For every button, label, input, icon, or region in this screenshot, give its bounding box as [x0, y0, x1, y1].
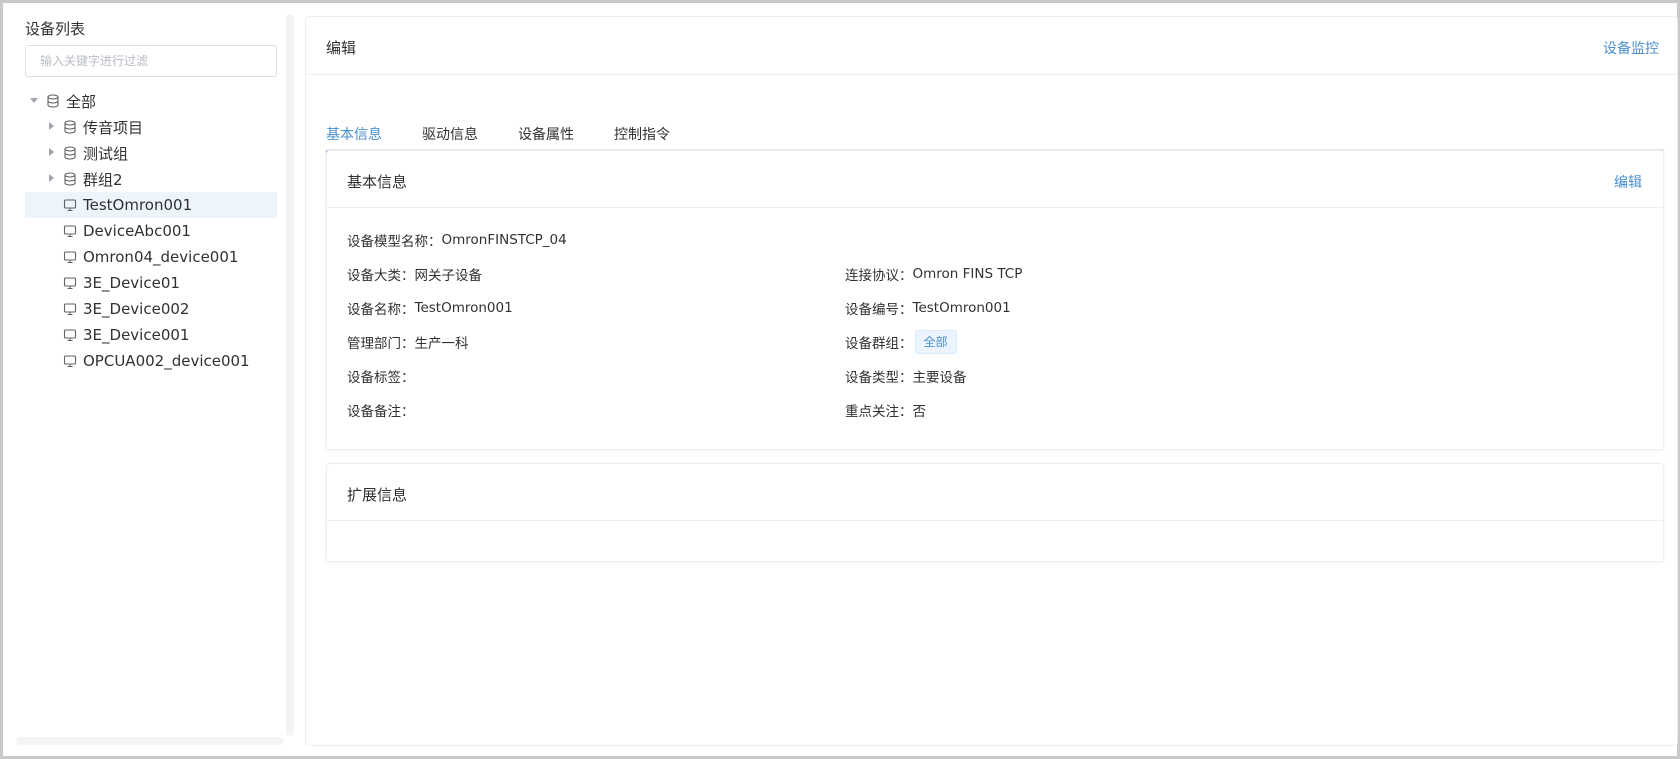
- extended-info-card: 扩展信息: [326, 463, 1664, 562]
- basic-info-card: 基本信息 编辑 设备模型名称： OmronFINSTCP_04 设备大类： 网关…: [326, 150, 1664, 450]
- tree-node-device[interactable]: DeviceAbc001: [25, 218, 277, 244]
- card-title: 扩展信息: [347, 486, 408, 504]
- tab-basic-info[interactable]: 基本信息: [326, 124, 383, 153]
- field-label: 连接协议：: [845, 268, 913, 284]
- monitor-icon: [63, 302, 77, 316]
- tree-node-label: OPCUA002_device001: [83, 352, 250, 370]
- field-value: Omron FINS TCP: [912, 266, 1023, 282]
- tree-node-label: TestOmron001: [83, 196, 193, 214]
- tree-node-label: 3E_Device002: [83, 300, 190, 318]
- database-icon: [63, 172, 77, 186]
- monitor-icon: [63, 276, 77, 290]
- database-icon: [63, 120, 77, 134]
- field-value: 网关子设备: [414, 268, 483, 284]
- field-label: 设备类型：: [845, 370, 913, 386]
- tree-node-group[interactable]: 群组2: [25, 166, 277, 192]
- monitor-icon: [63, 224, 77, 238]
- field-category: 设备大类： 网关子设备: [347, 264, 482, 284]
- tree-filter-input[interactable]: [25, 45, 277, 77]
- card-title: 基本信息: [347, 173, 408, 191]
- caret-right-icon[interactable]: [46, 121, 58, 133]
- field-label: 设备大类：: [347, 268, 415, 284]
- field-department: 管理部门： 生产一科: [347, 332, 469, 352]
- page-title: 编辑: [326, 39, 357, 57]
- device-edit-panel: 编辑 设备监控 基本信息 驱动信息 设备属性 控制指令 基本信息 编辑 设备模型…: [305, 16, 1678, 746]
- tree-node-device[interactable]: 3E_Device01: [25, 270, 277, 296]
- field-value: 主要设备: [912, 370, 967, 386]
- field-value: 生产一科: [414, 336, 469, 352]
- caret-down-icon[interactable]: [29, 95, 41, 107]
- tree-node-label: 3E_Device01: [83, 274, 180, 292]
- field-label: 设备备注：: [347, 404, 415, 420]
- field-device-remarks: 设备备注：: [347, 400, 415, 420]
- sidebar-title: 设备列表: [25, 20, 86, 38]
- field-value: OmronFINSTCP_04: [441, 232, 567, 248]
- tree-node-label: 3E_Device001: [83, 326, 190, 344]
- card-header: 扩展信息: [327, 464, 1663, 521]
- field-label: 设备群组：: [845, 336, 913, 352]
- tree-node-label: 全部: [66, 92, 97, 111]
- panel-header: 编辑 设备监控: [306, 17, 1677, 75]
- tab-control-commands[interactable]: 控制指令: [614, 124, 670, 151]
- field-label: 设备模型名称：: [347, 234, 442, 250]
- field-device-tags: 设备标签：: [347, 366, 415, 386]
- device-list-sidebar: 设备列表 全部 传音项目 测试组: [21, 14, 277, 744]
- tree-node-label: 传音项目: [83, 118, 144, 137]
- field-key-focus: 重点关注： 否: [845, 400, 926, 420]
- sidebar-vertical-scrollbar[interactable]: [286, 14, 294, 736]
- monitor-icon: [63, 198, 77, 212]
- field-value: 否: [912, 404, 927, 420]
- monitor-icon: [63, 328, 77, 342]
- tree-node-label: DeviceAbc001: [83, 222, 191, 240]
- database-icon: [63, 146, 77, 160]
- tree-node-all[interactable]: 全部: [25, 88, 277, 114]
- field-value: TestOmron001: [414, 300, 513, 316]
- tab-driver-info[interactable]: 驱动信息: [422, 124, 478, 151]
- field-device-code: 设备编号： TestOmron001: [845, 298, 1011, 318]
- sidebar-horizontal-scrollbar[interactable]: [16, 737, 284, 745]
- tree-node-device[interactable]: Omron04_device001: [25, 244, 277, 270]
- monitor-icon: [63, 354, 77, 368]
- card-header: 基本信息 编辑: [327, 151, 1663, 208]
- database-icon: [46, 94, 60, 108]
- tree-node-device[interactable]: 3E_Device002: [25, 296, 277, 322]
- field-label: 设备标签：: [347, 370, 415, 386]
- tree-node-group[interactable]: 测试组: [25, 140, 277, 166]
- field-device-type: 设备类型： 主要设备: [845, 366, 967, 386]
- field-model-name: 设备模型名称： OmronFINSTCP_04: [347, 230, 567, 250]
- field-label: 设备编号：: [845, 302, 913, 318]
- group-tag: 全部: [914, 330, 957, 354]
- field-label: 设备名称：: [347, 302, 415, 318]
- tree-node-label: 群组2: [83, 170, 123, 189]
- caret-right-icon[interactable]: [46, 173, 58, 185]
- tree-node-device[interactable]: OPCUA002_device001: [25, 348, 277, 374]
- device-monitor-link[interactable]: 设备监控: [1603, 38, 1659, 58]
- caret-right-icon[interactable]: [46, 147, 58, 159]
- tab-device-attributes[interactable]: 设备属性: [518, 124, 574, 151]
- field-value: TestOmron001: [912, 300, 1011, 316]
- tree-node-device-selected[interactable]: TestOmron001: [25, 192, 277, 218]
- field-device-group: 设备群组： 全部: [845, 330, 957, 354]
- field-device-name: 设备名称： TestOmron001: [347, 298, 513, 318]
- tree-node-label: 测试组: [83, 144, 129, 163]
- field-label: 重点关注：: [845, 404, 913, 420]
- tree-node-label: Omron04_device001: [83, 248, 239, 266]
- edit-basic-info-button[interactable]: 编辑: [1614, 172, 1642, 192]
- tree-node-device[interactable]: 3E_Device001: [25, 322, 277, 348]
- tree-node-group[interactable]: 传音项目: [25, 114, 277, 140]
- monitor-icon: [63, 250, 77, 264]
- device-tree: 全部 传音项目 测试组 群组2 TestOmron001 DeviceAbc00…: [25, 88, 277, 374]
- field-protocol: 连接协议： Omron FINS TCP: [845, 264, 1022, 284]
- tab-label: 基本信息: [326, 127, 382, 143]
- field-label: 管理部门：: [347, 336, 415, 352]
- tab-bar: 基本信息 驱动信息 设备属性 控制指令: [326, 106, 1664, 153]
